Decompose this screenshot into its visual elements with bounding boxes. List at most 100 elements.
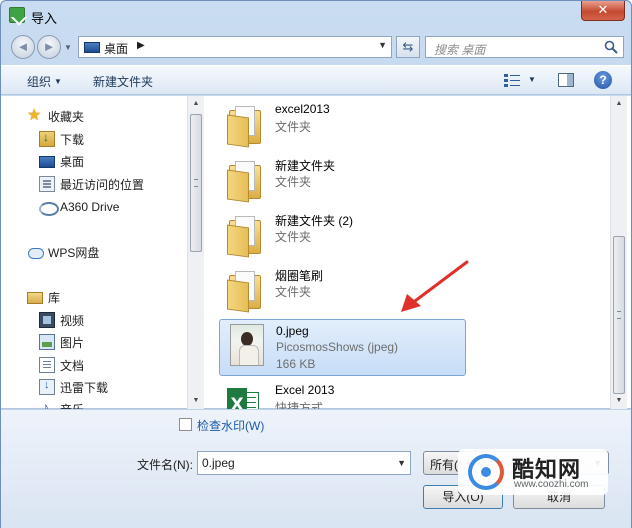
address-bar[interactable]: 桌面 ▶ ▼	[78, 36, 392, 58]
organize-label: 组织	[27, 75, 52, 89]
file-type: 文件夹	[275, 175, 312, 189]
search-input[interactable]: 搜索 桌面	[425, 36, 624, 58]
sidebar-item-label: 下载	[60, 132, 85, 147]
sidebar-item-desktop[interactable]: 桌面	[39, 151, 84, 171]
forward-button[interactable]: ►	[37, 35, 61, 59]
scroll-down-icon[interactable]: ▼	[188, 393, 204, 409]
scroll-up-icon[interactable]: ▲	[611, 96, 627, 112]
check-watermark-label[interactable]: 检查水印(W)	[197, 417, 264, 434]
sidebar-item-favorites[interactable]: 收藏夹	[27, 105, 84, 126]
scrollbar-thumb[interactable]	[190, 114, 202, 252]
address-chevron-icon[interactable]: ▶	[137, 40, 145, 51]
cloud-drive-icon	[27, 244, 44, 260]
desktop-icon	[39, 156, 55, 168]
sidebar-item-documents[interactable]: 文档	[39, 355, 84, 375]
file-type: 文件夹	[275, 120, 312, 134]
file-list: excel2013 文件夹 新建文件夹 文件夹 新建文件夹 (2) 文件夹 烟圈…	[205, 96, 610, 409]
file-type: 快捷方式	[275, 401, 324, 409]
sidebar-item-label: 音乐	[60, 401, 84, 410]
sidebar-item-label: 桌面	[60, 154, 85, 169]
file-name: 烟圈笔刷	[275, 269, 324, 283]
file-item-new-folder-2[interactable]: 新建文件夹 (2) 文件夹	[219, 208, 466, 260]
refresh-button[interactable]: ⇆	[396, 36, 420, 58]
file-name: excel2013	[275, 102, 330, 116]
sidebar-item-pictures[interactable]: 图片	[39, 332, 84, 352]
file-name: Excel 2013	[275, 383, 335, 397]
file-size: 166 KB	[276, 357, 316, 371]
content-area: 收藏夹 下载 桌面 最近访问的位置 A360 Drive WPS网盘	[1, 96, 631, 409]
pictures-icon	[39, 334, 55, 350]
help-button[interactable]: ?	[594, 71, 612, 89]
sidebar-item-a360-drive[interactable]: A360 Drive	[39, 197, 119, 217]
downloads-icon	[39, 130, 55, 147]
address-dropdown-icon[interactable]: ▼	[378, 40, 387, 50]
file-item-excel-2013-shortcut[interactable]: X Excel 2013 快捷方式	[219, 379, 466, 409]
view-options-caret-icon[interactable]: ▼	[528, 75, 536, 84]
close-button[interactable]: ✕	[581, 1, 625, 21]
file-type: PicosmosShows (jpeg)	[276, 340, 399, 354]
import-app-icon	[9, 7, 25, 23]
sidebar-item-label: 库	[48, 290, 61, 305]
excel-icon: X	[227, 386, 259, 409]
libraries-icon	[27, 292, 43, 304]
check-watermark-checkbox[interactable]	[179, 418, 192, 431]
annotation-arrow-icon	[401, 260, 469, 312]
file-type: 文件夹	[275, 230, 312, 244]
filename-value[interactable]: 0.jpeg	[202, 456, 235, 470]
preview-pane-icon[interactable]	[558, 73, 574, 87]
sidebar-item-label: WPS网盘	[48, 245, 100, 260]
file-type: 文件夹	[275, 285, 312, 299]
address-location[interactable]: 桌面	[104, 40, 128, 57]
scroll-up-icon[interactable]: ▲	[188, 96, 204, 112]
folder-icon	[227, 214, 263, 258]
search-icon[interactable]	[604, 40, 618, 54]
filename-label: 文件名(N):	[137, 458, 193, 472]
image-thumbnail-icon	[230, 324, 264, 366]
watermark-logo: 酷知网 www.coozhi.com	[458, 449, 608, 495]
navigation-scrollbar[interactable]: ▲ ▼	[187, 96, 204, 409]
sidebar-item-label: 文档	[60, 358, 85, 373]
change-view-icon[interactable]	[504, 73, 520, 87]
sidebar-item-libraries[interactable]: 库	[27, 287, 60, 307]
file-name: 0.jpeg	[276, 324, 309, 338]
sidebar-item-label: 视频	[60, 313, 85, 328]
filename-dropdown-icon[interactable]: ▼	[397, 458, 406, 468]
sidebar-item-music[interactable]: 音乐	[39, 399, 84, 409]
new-folder-button[interactable]: 新建文件夹	[93, 73, 153, 90]
file-item-excel2013[interactable]: excel2013 文件夹	[219, 98, 466, 150]
title-bar[interactable]: 导入 ✕	[1, 1, 631, 31]
file-item-new-folder[interactable]: 新建文件夹 文件夹	[219, 153, 466, 205]
sidebar-item-label: A360 Drive	[60, 200, 120, 214]
file-list-scrollbar[interactable]: ▲ ▼	[610, 96, 627, 409]
organize-caret-icon: ▼	[54, 77, 62, 86]
a360-drive-icon	[39, 199, 59, 216]
videos-icon	[39, 312, 55, 328]
folder-icon	[227, 269, 263, 313]
command-toolbar: 组织 ▼ 新建文件夹 ▼ ?	[1, 65, 631, 95]
sidebar-item-downloads[interactable]: 下载	[39, 129, 84, 149]
recent-places-icon	[39, 176, 55, 192]
scrollbar-thumb[interactable]	[613, 236, 625, 394]
organize-button[interactable]: 组织 ▼	[27, 73, 62, 90]
search-placeholder: 搜索 桌面	[434, 43, 486, 57]
sidebar-item-label: 最近访问的位置	[60, 177, 145, 192]
star-icon	[27, 105, 43, 125]
music-icon	[39, 399, 55, 409]
filename-input[interactable]: 0.jpeg ▼	[197, 451, 411, 475]
sidebar-item-wps-cloud[interactable]: WPS网盘	[27, 242, 99, 262]
documents-icon	[39, 357, 55, 373]
sidebar-item-label: 迅雷下载	[60, 380, 109, 395]
back-button[interactable]: ◄	[11, 35, 35, 59]
sidebar-item-videos[interactable]: 视频	[39, 310, 84, 330]
coozhi-logo-icon	[468, 454, 504, 490]
sidebar-item-recent-places[interactable]: 最近访问的位置	[39, 174, 144, 194]
recent-locations-dropdown[interactable]: ▼	[64, 43, 72, 52]
file-item-0-jpeg[interactable]: 0.jpeg PicosmosShows (jpeg) 166 KB	[219, 319, 466, 376]
navigation-row: ◄ ► ▼ 桌面 ▶ ▼ ⇆ 搜索 桌面	[1, 33, 631, 61]
scroll-down-icon[interactable]: ▼	[611, 393, 627, 409]
file-name: 新建文件夹 (2)	[275, 214, 354, 228]
sidebar-item-xunlei-downloads[interactable]: 迅雷下载	[39, 377, 108, 397]
sidebar-item-label: 图片	[60, 335, 85, 350]
folder-icon	[227, 104, 263, 148]
xunlei-download-icon	[39, 379, 55, 395]
